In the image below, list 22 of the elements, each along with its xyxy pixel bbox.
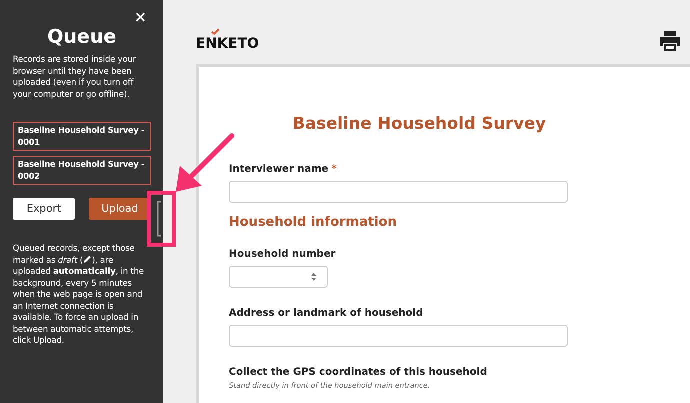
- text-input-field[interactable]: [229, 181, 568, 203]
- question-label: Address or landmark of household: [229, 307, 424, 320]
- upload-note: Queued records, except those marked as draft ( ), are uploaded automatically, in the background, every 5 minutes when the web page is open and an Internet connection is available. To force an upload in between automatic attempts, click Upload.: [13, 243, 145, 346]
- queued-record[interactable]: Baseline Household Survey - 0001: [13, 122, 151, 151]
- form-title: Baseline Household Survey: [292, 113, 548, 135]
- sidebar-handle[interactable]: [157, 201, 161, 237]
- spinner-icon[interactable]: [311, 272, 317, 282]
- annotation-highlight: [147, 191, 176, 247]
- print-icon[interactable]: [659, 30, 681, 52]
- required-mark: *: [332, 164, 337, 175]
- question-label: Collect the GPS coordinates of this household: [229, 366, 488, 379]
- question-label: Interviewer name: [229, 163, 329, 176]
- section-heading: Household information: [229, 215, 398, 231]
- text-input-field[interactable]: [229, 325, 568, 347]
- enketo-logo: ENKETO: [196, 29, 260, 52]
- queued-record[interactable]: Baseline Household Survey - 0002: [13, 156, 151, 185]
- queue-description: Records are stored inside your browser until they have been uploaded (even if you turn off your computer or go offline).: [13, 54, 138, 100]
- number-input-field[interactable]: [229, 266, 328, 288]
- question-label: Household number: [229, 248, 336, 261]
- export-button[interactable]: Export: [13, 198, 75, 220]
- queue-title: Queue: [46, 26, 118, 48]
- pencil-icon: [83, 254, 92, 264]
